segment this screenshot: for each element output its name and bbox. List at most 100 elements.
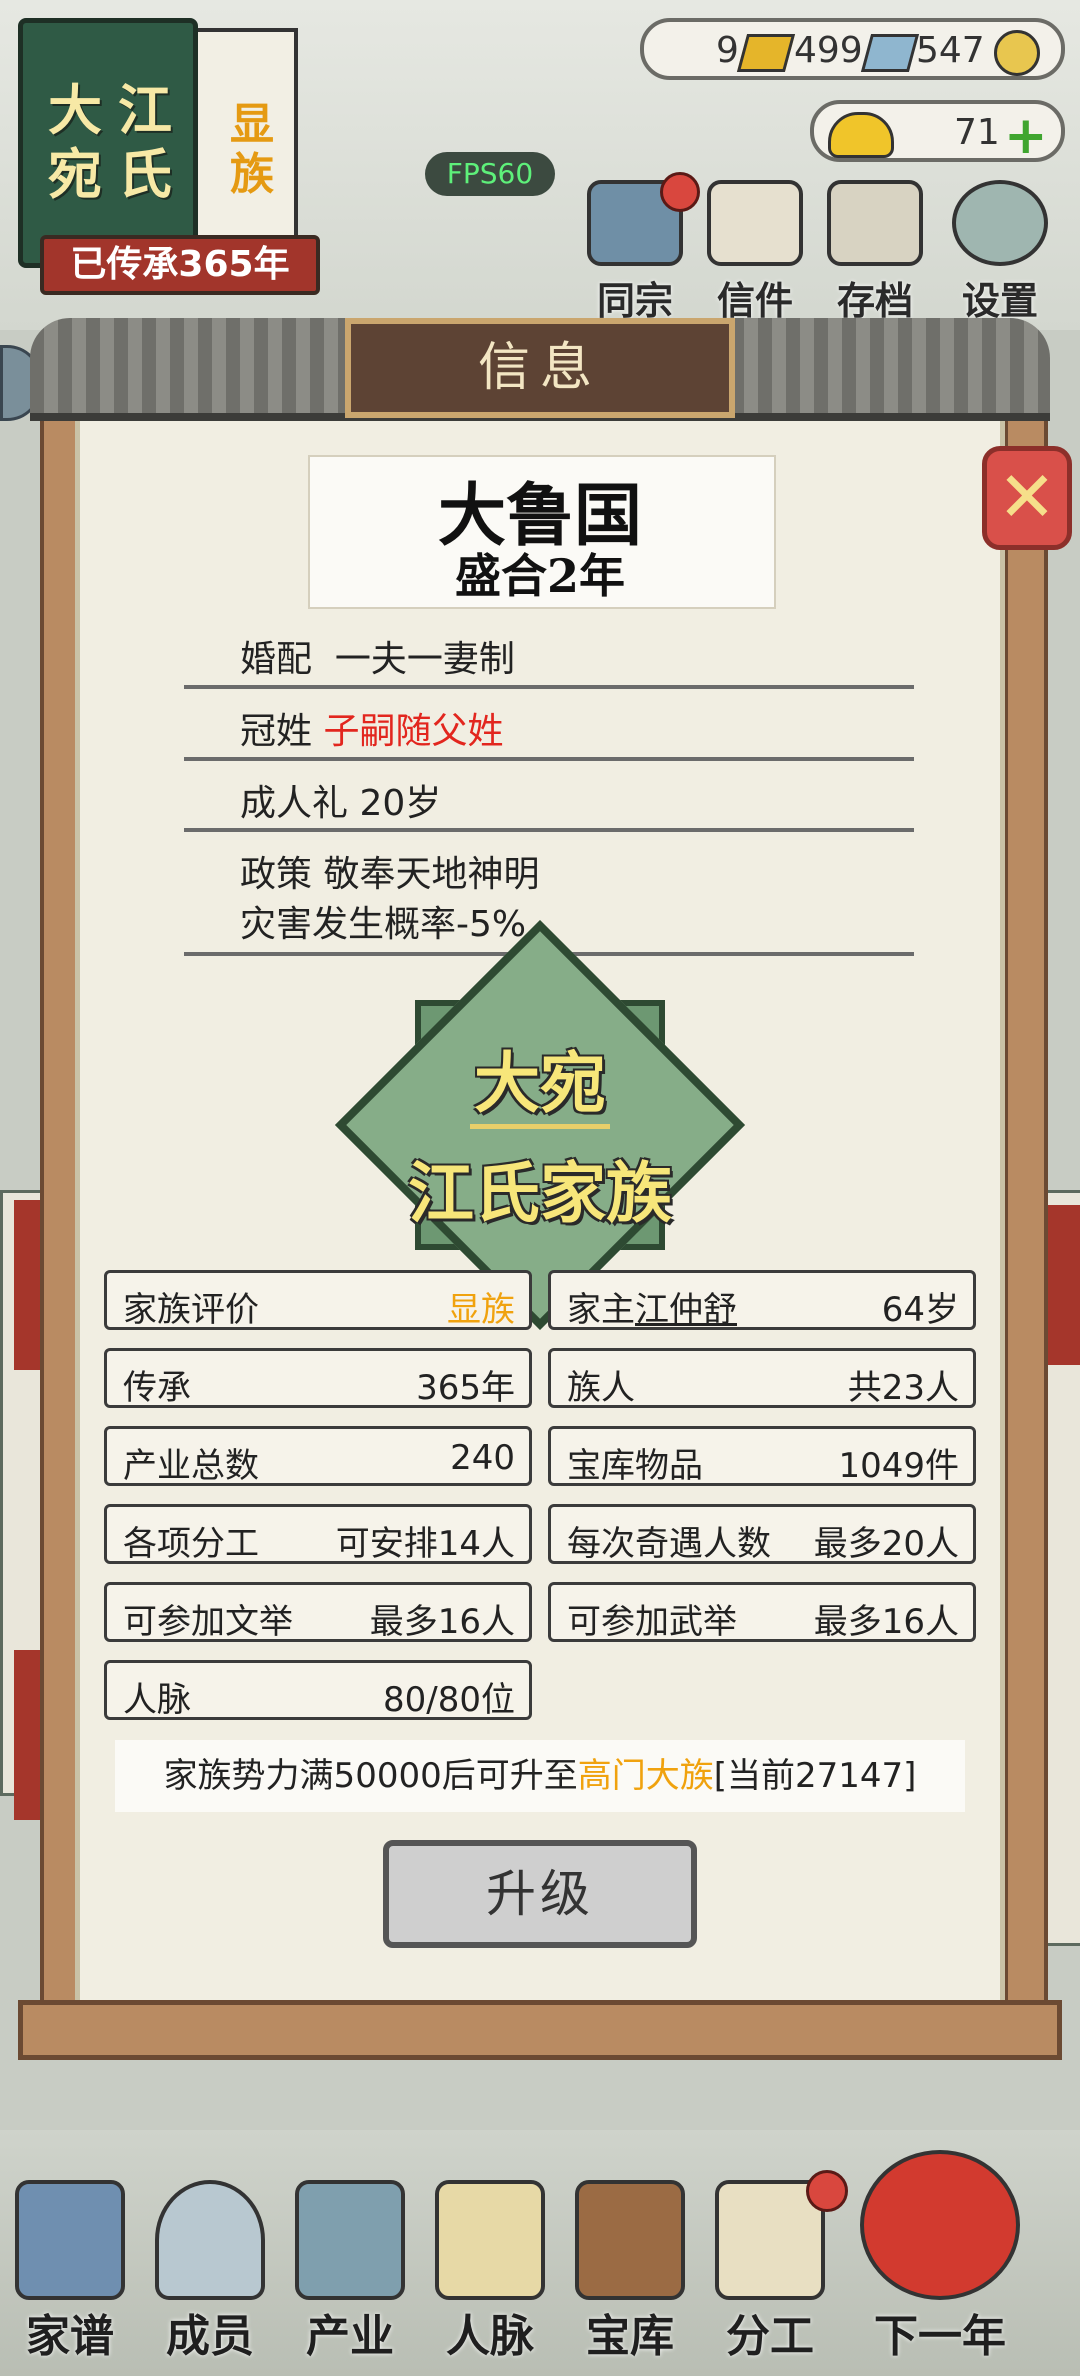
adulthood-label: 成人礼 <box>240 783 349 824</box>
nav-genealogy[interactable]: 家谱 <box>10 2180 130 2370</box>
policy-value: 敬奉天地神明 <box>323 854 540 895</box>
stat-industry-value: 240 <box>450 1438 515 1478</box>
marriage-label: 婚配 <box>240 639 313 680</box>
menu-save[interactable]: 存档 <box>820 180 930 323</box>
menu-settings[interactable]: 设置 <box>945 180 1055 323</box>
network-icon <box>435 2180 545 2300</box>
stat-head-label: 家主 <box>567 1290 635 1330</box>
stat-inheritance: 传承 365年 <box>104 1348 532 1408</box>
stat-division: 各项分工 可安排14人 <box>104 1504 532 1564</box>
stat-members-label: 族人 <box>567 1368 635 1408</box>
nav-division-label: 分工 <box>726 2311 814 2362</box>
family-name-left: 大宛 <box>48 78 102 206</box>
emblem-line2: 江氏家族 <box>408 1154 672 1232</box>
marriage-row: 婚配 一夫一妻制 <box>240 630 515 682</box>
stat-members-value: 共23人 <box>847 1368 959 1408</box>
coin-count: 547 <box>916 30 985 71</box>
policy-label: 政策 <box>240 854 313 895</box>
stat-adventure-value: 最多20人 <box>813 1524 959 1564</box>
add-ingot-icon[interactable]: + <box>1004 106 1048 166</box>
family-rank: 显族 <box>230 99 274 200</box>
nav-treasury[interactable]: 宝库 <box>570 2180 690 2370</box>
pavilion-icon <box>295 2180 405 2300</box>
menu-settings-label: 设置 <box>961 279 1038 323</box>
stat-civil-exam: 可参加文举 最多16人 <box>104 1582 532 1642</box>
silver-bar-count: 499 <box>794 30 863 71</box>
stat-rating: 家族评价 显族 <box>104 1270 532 1330</box>
stat-inheritance-label: 传承 <box>123 1368 191 1408</box>
nav-connections[interactable]: 人脉 <box>430 2180 550 2370</box>
stat-division-value: 可安排14人 <box>335 1524 515 1564</box>
close-button[interactable]: ✕ <box>982 446 1072 550</box>
gold-bar-count: 9 <box>716 30 739 71</box>
stat-treasury: 宝库物品 1049件 <box>548 1426 976 1486</box>
surname-value: 子嗣随父姓 <box>323 711 504 752</box>
menu-ancestors-label: 同宗 <box>596 279 673 323</box>
stat-head-label-group: 家主江仲舒 <box>567 1282 737 1331</box>
stat-treasury-label: 宝库物品 <box>567 1446 703 1486</box>
silver-bar-icon <box>860 34 920 72</box>
stat-rating-label: 家族评价 <box>123 1290 259 1330</box>
spring-lantern-icon <box>860 2150 1020 2300</box>
notification-dot <box>660 172 700 212</box>
notice-target: 高门大族 <box>577 1756 714 1796</box>
stat-adventure: 每次奇遇人数 最多20人 <box>548 1504 976 1564</box>
gold-ingot-icon <box>828 112 894 158</box>
stat-connections: 人脉 80/80位 <box>104 1660 532 1720</box>
coin-icon <box>994 30 1040 76</box>
notice-prefix: 家族势力满50000后可升至 <box>163 1756 578 1796</box>
upgrade-button[interactable]: 升级 <box>383 1840 697 1948</box>
policy-effect: 灾害发生概率-5% <box>240 904 527 945</box>
adulthood-row: 成人礼 20岁 <box>240 774 441 826</box>
close-icon: ✕ <box>997 456 1057 538</box>
head-name-link[interactable]: 江仲舒 <box>635 1290 737 1330</box>
ingot-bar: 71 + <box>810 100 1065 166</box>
era-year: 盛合2年 <box>454 549 625 603</box>
stat-military-exam-label: 可参加武举 <box>567 1602 737 1642</box>
stat-adventure-label: 每次奇遇人数 <box>567 1524 771 1564</box>
family-book[interactable]: 显族 江氏 大宛 <box>18 18 298 268</box>
dialog-title: 信息 <box>345 318 735 418</box>
nav-treasury-label: 宝库 <box>586 2311 674 2362</box>
policy-row: 政策 敬奉天地神明 <box>240 845 539 897</box>
nav-members[interactable]: 成员 <box>150 2180 270 2370</box>
fps-counter: FPS60 <box>425 152 555 196</box>
divider <box>184 757 914 761</box>
surname-label: 冠姓 <box>240 711 313 752</box>
stat-head: 家主江仲舒 64岁 <box>548 1270 976 1330</box>
menu-save-label: 存档 <box>836 279 913 323</box>
family-name-right: 江氏 <box>118 78 172 206</box>
ingot-count: 71 <box>954 112 1000 153</box>
nav-next-year[interactable]: 下一年 <box>850 2150 1030 2370</box>
stat-rating-value: 显族 <box>447 1290 515 1330</box>
book-cover: 江氏 大宛 <box>18 18 198 268</box>
nav-industry-label: 产业 <box>306 2311 394 2362</box>
nav-next-year-label: 下一年 <box>874 2311 1006 2362</box>
stat-industry: 产业总数 240 <box>104 1426 532 1486</box>
adulthood-value: 20岁 <box>359 783 442 824</box>
stat-industry-label: 产业总数 <box>123 1446 259 1486</box>
divider <box>184 828 914 832</box>
menu-letters[interactable]: 信件 <box>700 180 810 323</box>
divider <box>184 685 914 689</box>
scroll-base <box>18 2000 1062 2060</box>
stat-division-label: 各项分工 <box>123 1524 259 1564</box>
nav-industry[interactable]: 产业 <box>290 2180 410 2370</box>
stat-connections-label: 人脉 <box>123 1680 191 1720</box>
treasure-chest-icon <box>575 2180 685 2300</box>
menu-letters-label: 信件 <box>716 279 793 323</box>
stat-connections-value: 80/80位 <box>383 1680 515 1720</box>
stat-inheritance-value: 365年 <box>416 1368 515 1408</box>
save-scroll-icon <box>827 180 923 266</box>
notification-dot <box>806 2170 848 2212</box>
stat-treasury-value: 1049件 <box>838 1446 959 1486</box>
notice-suffix: [当前27147] <box>713 1756 917 1796</box>
marriage-value: 一夫一妻制 <box>334 639 515 680</box>
nav-connections-label: 人脉 <box>446 2311 534 2362</box>
letter-icon <box>707 180 803 266</box>
stat-head-age: 64岁 <box>881 1290 959 1330</box>
nav-division[interactable]: 分工 <box>710 2180 830 2370</box>
stat-military-exam: 可参加武举 最多16人 <box>548 1582 976 1642</box>
inherited-years-ribbon: 已传承365年 <box>40 235 320 295</box>
gear-icon <box>952 180 1048 266</box>
